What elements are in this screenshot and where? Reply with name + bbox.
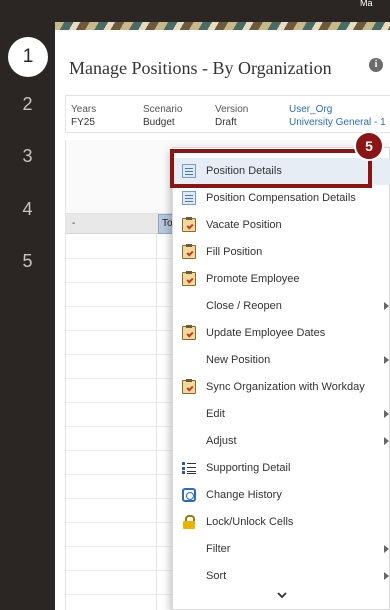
- menu-item-label: Filter: [206, 543, 231, 555]
- submenu-arrow-icon: [384, 302, 389, 310]
- menu-item-fill-position[interactable]: Fill Position: [173, 239, 390, 266]
- menu-item-label: Position Compensation Details: [206, 192, 356, 204]
- menu-item-filter[interactable]: Filter: [173, 536, 390, 563]
- clipboard-check-icon: [182, 379, 196, 394]
- menu-item-label: Sync Organization with Workday: [206, 381, 365, 393]
- menu-item-label: Update Employee Dates: [206, 327, 326, 339]
- clipboard-check-icon: [182, 244, 196, 259]
- menu-item-label: New Position: [206, 354, 271, 366]
- pov-years-label: Years: [71, 104, 97, 115]
- row-header-cell[interactable]: -: [72, 218, 75, 229]
- document-grid-icon: [182, 191, 196, 205]
- menu-item-label: Adjust: [206, 435, 237, 447]
- pov-scenario[interactable]: Scenario Budget: [143, 103, 182, 129]
- pov-version-value: Draft: [215, 117, 237, 128]
- tutorial-step-number: 5: [365, 138, 373, 154]
- menu-item-adjust[interactable]: Adjust: [173, 428, 390, 455]
- menu-item-close-reopen[interactable]: Close / Reopen: [173, 293, 390, 320]
- pov-version[interactable]: Version Draft: [215, 103, 248, 129]
- clipboard-check-icon: [182, 217, 196, 232]
- menu-item-position-compensation-details[interactable]: Position Compensation Details: [173, 185, 390, 212]
- step-4[interactable]: 4: [0, 191, 55, 227]
- pov-bar: Years FY25 Scenario Budget Version Draft…: [65, 95, 390, 133]
- grid-column-divider: [156, 234, 157, 610]
- menu-item-vacate-position[interactable]: Vacate Position: [173, 212, 390, 239]
- submenu-arrow-icon: [384, 356, 389, 364]
- change-history-icon: [182, 488, 196, 502]
- scroll-down-chevron-icon[interactable]: [276, 589, 288, 601]
- menu-item-promote-employee[interactable]: Promote Employee: [173, 266, 390, 293]
- menu-item-sync-organization[interactable]: Sync Organization with Workday: [173, 374, 390, 401]
- menu-item-label: Close / Reopen: [206, 300, 282, 312]
- menu-item-supporting-detail[interactable]: Supporting Detail: [173, 455, 390, 482]
- menu-item-label: Supporting Detail: [206, 462, 291, 474]
- context-menu: Position Details Position Compensation D…: [172, 147, 390, 610]
- menu-item-edit[interactable]: Edit: [173, 401, 390, 428]
- submenu-arrow-icon: [384, 437, 389, 445]
- clipboard-check-icon: [182, 271, 196, 286]
- menu-item-sort[interactable]: Sort: [173, 563, 390, 590]
- pov-scenario-value: Budget: [143, 117, 175, 128]
- step-3[interactable]: 3: [0, 138, 55, 174]
- pov-user-org-value[interactable]: University General - 1: [289, 117, 386, 128]
- pov-user-org[interactable]: User_Org University General - 1: [289, 103, 386, 129]
- pov-scenario-label: Scenario: [143, 104, 183, 115]
- step-1[interactable]: 1: [8, 37, 48, 77]
- pov-user-org-label: User_Org: [289, 104, 333, 115]
- menu-item-new-position[interactable]: New Position: [173, 347, 390, 374]
- tutorial-highlight-box: [170, 149, 372, 188]
- menu-item-label: Sort: [206, 570, 227, 582]
- pov-version-label: Version: [215, 104, 249, 115]
- submenu-arrow-icon: [384, 572, 389, 580]
- step-5[interactable]: 5: [0, 243, 55, 279]
- menu-item-label: Lock/Unlock Cells: [206, 516, 294, 528]
- menu-item-label: Promote Employee: [206, 273, 300, 285]
- info-icon[interactable]: i: [369, 58, 383, 72]
- supporting-detail-icon: [182, 461, 196, 475]
- pov-years[interactable]: Years FY25: [71, 103, 96, 129]
- clipboard-check-icon: [182, 325, 196, 340]
- submenu-arrow-icon: [384, 410, 389, 418]
- pov-years-value: FY25: [71, 117, 95, 128]
- step-2[interactable]: 2: [0, 86, 55, 122]
- tutorial-step-badge: 5: [354, 131, 384, 161]
- menu-item-label: Edit: [206, 408, 225, 420]
- page-title: Manage Positions - By Organization: [69, 58, 332, 78]
- lock-icon: [182, 515, 196, 529]
- menu-item-update-employee-dates[interactable]: Update Employee Dates: [173, 320, 390, 347]
- banner-artwork: [55, 22, 390, 30]
- menu-item-lock-unlock-cells[interactable]: Lock/Unlock Cells: [173, 509, 390, 536]
- menu-item-change-history[interactable]: Change History: [173, 482, 390, 509]
- submenu-arrow-icon: [384, 545, 389, 553]
- user-initials[interactable]: Ma: [360, 0, 390, 6]
- step-rail: 1 2 3 4 5: [0, 22, 55, 610]
- menu-item-label: Vacate Position: [206, 219, 282, 231]
- menu-item-label: Change History: [206, 489, 282, 501]
- top-banner: Ma: [0, 0, 390, 30]
- menu-item-label: Fill Position: [206, 246, 263, 258]
